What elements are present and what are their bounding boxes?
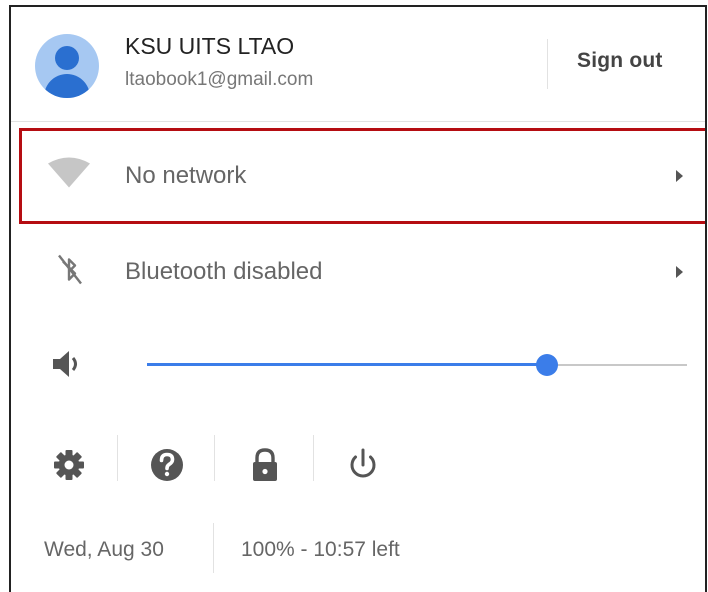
chevron-right-icon xyxy=(676,266,683,278)
system-tray-panel: KSU UITS LTAO ltaobook1@gmail.com Sign o… xyxy=(9,5,707,592)
user-email: ltaobook1@gmail.com xyxy=(125,69,314,90)
avatar xyxy=(35,34,99,98)
footer-divider xyxy=(213,523,214,573)
gear-icon[interactable] xyxy=(49,445,89,485)
chevron-right-icon xyxy=(676,170,683,182)
help-icon[interactable] xyxy=(147,445,187,485)
user-name: KSU UITS LTAO xyxy=(125,33,295,59)
network-label: No network xyxy=(125,162,247,189)
action-divider xyxy=(313,435,314,481)
user-header: KSU UITS LTAO ltaobook1@gmail.com Sign o… xyxy=(11,7,705,122)
header-divider xyxy=(547,39,548,89)
action-divider xyxy=(214,435,215,481)
network-row[interactable]: No network xyxy=(11,128,705,224)
battery-status[interactable]: 100% - 10:57 left xyxy=(241,538,400,562)
lock-icon[interactable] xyxy=(245,445,285,485)
bluetooth-label: Bluetooth disabled xyxy=(125,258,323,285)
volume-slider[interactable] xyxy=(147,354,687,376)
wifi-off-icon xyxy=(47,157,91,195)
bluetooth-row[interactable]: Bluetooth disabled xyxy=(11,224,705,320)
bluetooth-disabled-icon xyxy=(55,252,85,293)
volume-slider-fill xyxy=(147,363,547,366)
action-divider xyxy=(117,435,118,481)
power-icon[interactable] xyxy=(343,445,383,485)
volume-icon[interactable] xyxy=(51,349,85,384)
sign-out-button[interactable]: Sign out xyxy=(577,49,663,73)
date-label[interactable]: Wed, Aug 30 xyxy=(44,538,164,562)
volume-slider-thumb[interactable] xyxy=(535,354,558,376)
